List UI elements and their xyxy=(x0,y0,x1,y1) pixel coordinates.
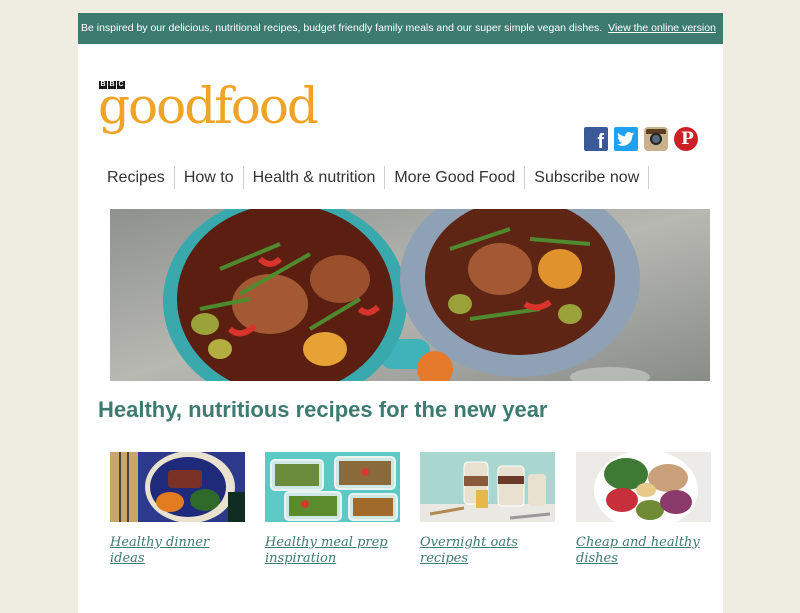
bbc-blocks: B B C xyxy=(99,81,125,89)
card-image[interactable] xyxy=(110,452,245,522)
card-image[interactable] xyxy=(420,452,555,522)
pinterest-icon[interactable] xyxy=(674,127,698,151)
card-title[interactable]: Healthy dinner ideas xyxy=(110,535,245,567)
twitter-icon[interactable] xyxy=(614,127,638,151)
preheader-bar: Be inspired by our delicious, nutritiona… xyxy=(78,13,723,44)
nav-more-good-food[interactable]: More Good Food xyxy=(385,166,526,189)
bbc-block: B xyxy=(108,81,116,89)
facebook-icon[interactable] xyxy=(584,127,608,154)
bbc-good-food-logo[interactable]: goodfood B B C xyxy=(98,77,328,139)
bbc-block: B xyxy=(99,81,107,89)
card-title[interactable]: Cheap and healthy dishes xyxy=(576,535,711,567)
card-image[interactable] xyxy=(265,452,400,522)
hero-image[interactable] xyxy=(110,209,710,381)
page-headline: Healthy, nutritious recipes for the new … xyxy=(98,397,548,422)
card-meal-prep: Healthy meal prep inspiration xyxy=(265,452,400,567)
logo-wordmark: goodfood xyxy=(98,77,319,135)
instagram-icon[interactable] xyxy=(644,127,668,151)
main-nav: Recipes How to Health & nutrition More G… xyxy=(98,166,650,189)
card-title[interactable]: Overnight oats recipes xyxy=(420,535,555,567)
nav-subscribe-now[interactable]: Subscribe now xyxy=(525,166,650,189)
email-container: Be inspired by our delicious, nutritiona… xyxy=(78,13,723,613)
card-overnight-oats: Overnight oats recipes xyxy=(420,452,555,567)
nav-health-nutrition[interactable]: Health & nutrition xyxy=(244,166,386,189)
nav-recipes[interactable]: Recipes xyxy=(98,166,175,189)
view-online-link[interactable]: View the online version xyxy=(608,22,716,34)
bbc-block: C xyxy=(117,81,125,89)
social-links xyxy=(584,127,698,154)
card-title[interactable]: Healthy meal prep inspiration xyxy=(265,535,400,567)
card-cheap-healthy: Cheap and healthy dishes xyxy=(576,452,711,567)
card-image[interactable] xyxy=(576,452,711,522)
preheader-text: Be inspired by our delicious, nutritiona… xyxy=(81,22,603,34)
nav-how-to[interactable]: How to xyxy=(175,166,244,189)
card-healthy-dinner: Healthy dinner ideas xyxy=(110,452,245,567)
